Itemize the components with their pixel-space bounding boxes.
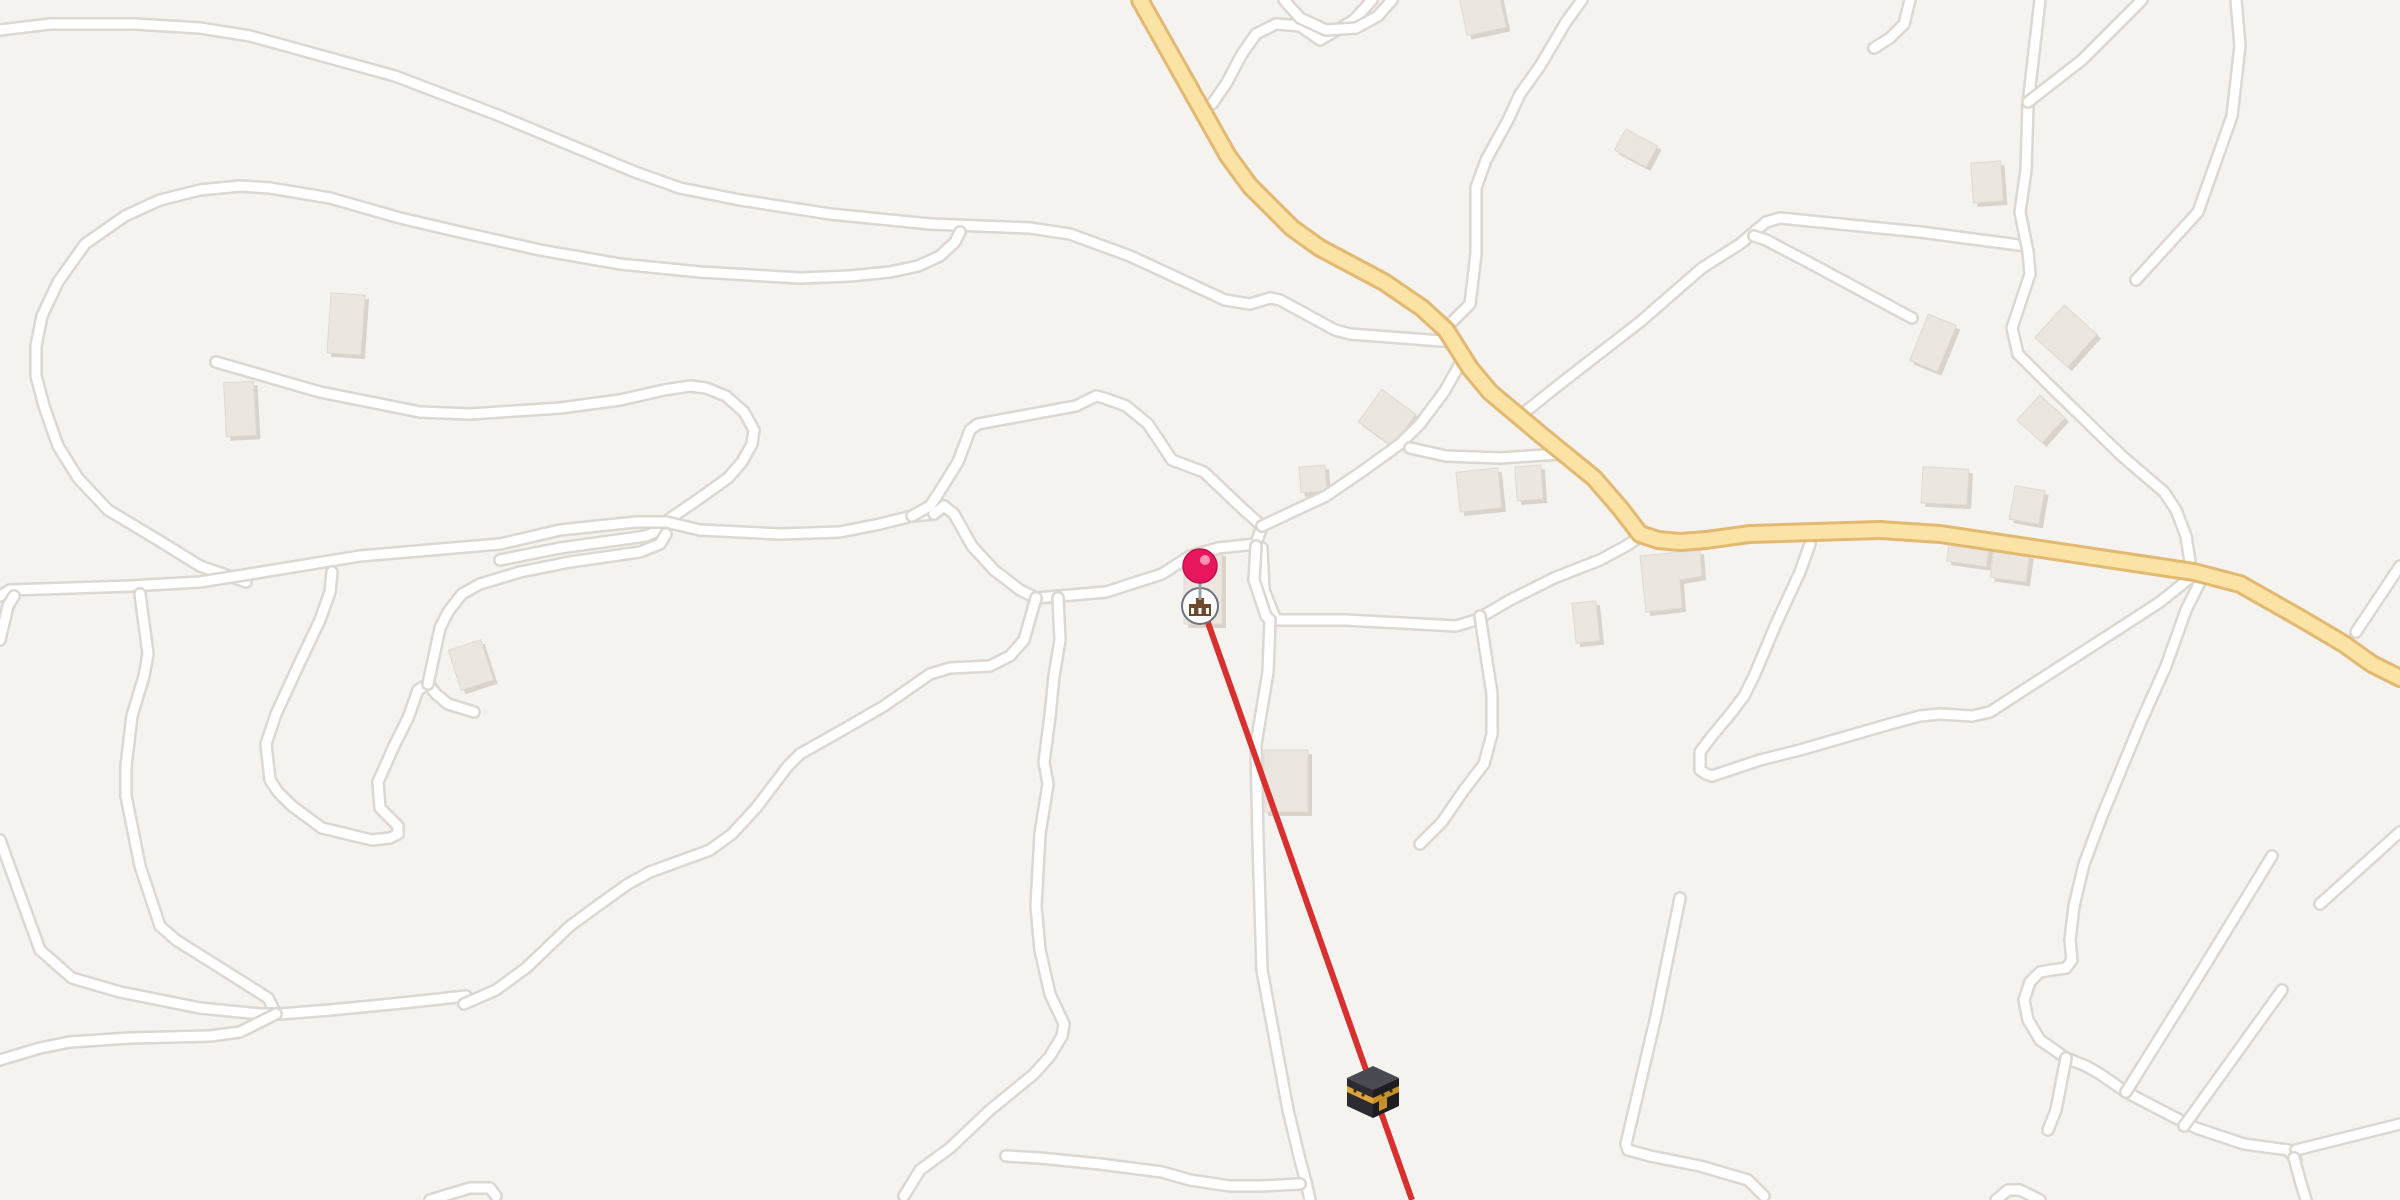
road [459,593,1041,1009]
building [1571,600,1605,648]
road [1001,1151,1305,1191]
building [447,639,498,695]
building [1909,313,1961,376]
road [1693,537,2197,783]
road [121,589,281,1019]
road [2179,985,2287,1131]
road [2291,1119,2400,1155]
building [1970,160,2008,207]
road [2289,1153,2311,1200]
road [2131,0,2245,285]
road [1621,893,1769,1200]
road [2351,561,2400,637]
building [1455,467,1506,517]
road [2005,0,2197,569]
building [1613,128,1662,172]
map-pin-icon [1182,548,1218,584]
road [0,835,471,1019]
building [1514,464,1548,505]
qibla-marker[interactable] [1347,1066,1399,1118]
road [2007,0,2195,567]
road [1255,357,1467,533]
building [2008,485,2049,529]
building [1639,549,1706,616]
main-road [1130,0,2400,688]
building [2034,304,2102,372]
road [1695,539,2195,781]
road [29,179,967,589]
road [1439,0,1589,335]
road [2121,851,2277,1097]
map-canvas[interactable] [0,0,2400,1200]
road [0,833,473,1021]
road [1257,359,1465,531]
road [1869,0,1915,53]
location-pin-highlight [1200,555,1210,565]
building [326,292,370,360]
building [1457,0,1511,40]
building [1920,466,1973,510]
kaaba-icon [1347,1066,1399,1118]
road [1749,231,1917,323]
building [223,380,261,441]
road [2315,827,2400,909]
